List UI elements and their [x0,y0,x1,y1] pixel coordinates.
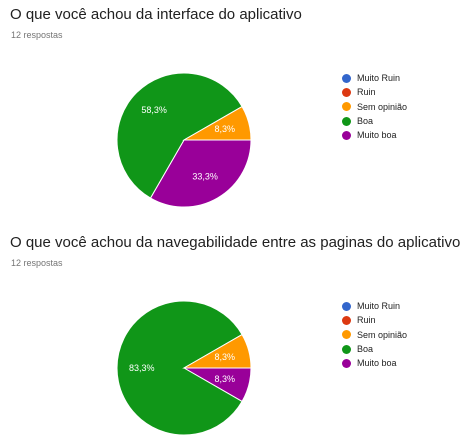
slice-label: 83,3% [129,363,155,373]
legend-swatch [342,330,351,340]
legend-swatch [342,87,351,97]
legend-label: Sem opinião [357,101,408,112]
legend-swatch [342,301,351,311]
legend: Muito Ruin Ruin Sem opinião Boa Muito boa [342,299,407,370]
slice-label: 58,3% [141,105,167,115]
legend-swatch [342,116,351,126]
question-interface: O que você achou da interface do aplicat… [0,0,466,219]
legend-label: Boa [357,116,374,127]
legend-label: Muito Ruin [357,301,401,312]
legend: Muito Ruin Ruin Sem opinião Boa Muito boa [342,71,407,142]
legend-label: Ruin [357,315,376,326]
pie-chart: 33,3% 58,3% 8,3% [116,72,252,208]
legend-swatch [342,102,351,112]
legend-label: Ruin [357,87,376,98]
legend-label: Sem opinião [357,329,408,340]
legend-swatch [342,358,351,368]
legend-label: Muito boa [357,358,397,369]
legend-item: Muito Ruin [342,299,407,313]
legend-swatch [342,344,351,354]
slice-label: 8,3% [215,124,236,134]
pie-chart: 8,3% 83,3% 8,3% [116,300,252,436]
question-navegabilidade: O que você achou da navegabilidade entre… [0,228,466,447]
slice-label: 8,3% [215,352,236,362]
legend-item: Sem opinião [342,328,407,342]
legend-swatch [342,130,351,140]
legend-item: Sem opinião [342,100,407,114]
legend-swatch [342,315,351,325]
legend-label: Muito Ruin [357,73,401,84]
legend-label: Muito boa [357,130,397,141]
slice-label: 33,3% [192,172,218,182]
slice-label: 8,3% [215,374,236,384]
legend-item: Boa [342,114,407,128]
legend-item: Ruin [342,313,407,327]
legend-item: Ruin [342,85,407,99]
response-count: 12 respostas [11,258,63,268]
legend-item: Muito boa [342,128,407,142]
response-count: 12 respostas [11,30,63,40]
legend-swatch [342,73,351,83]
legend-label: Boa [357,344,374,355]
chart-title: O que você achou da interface do aplicat… [10,6,302,23]
legend-item: Muito Ruin [342,71,407,85]
legend-item: Muito boa [342,356,407,370]
chart-title: O que você achou da navegabilidade entre… [10,234,461,251]
legend-item: Boa [342,342,407,356]
